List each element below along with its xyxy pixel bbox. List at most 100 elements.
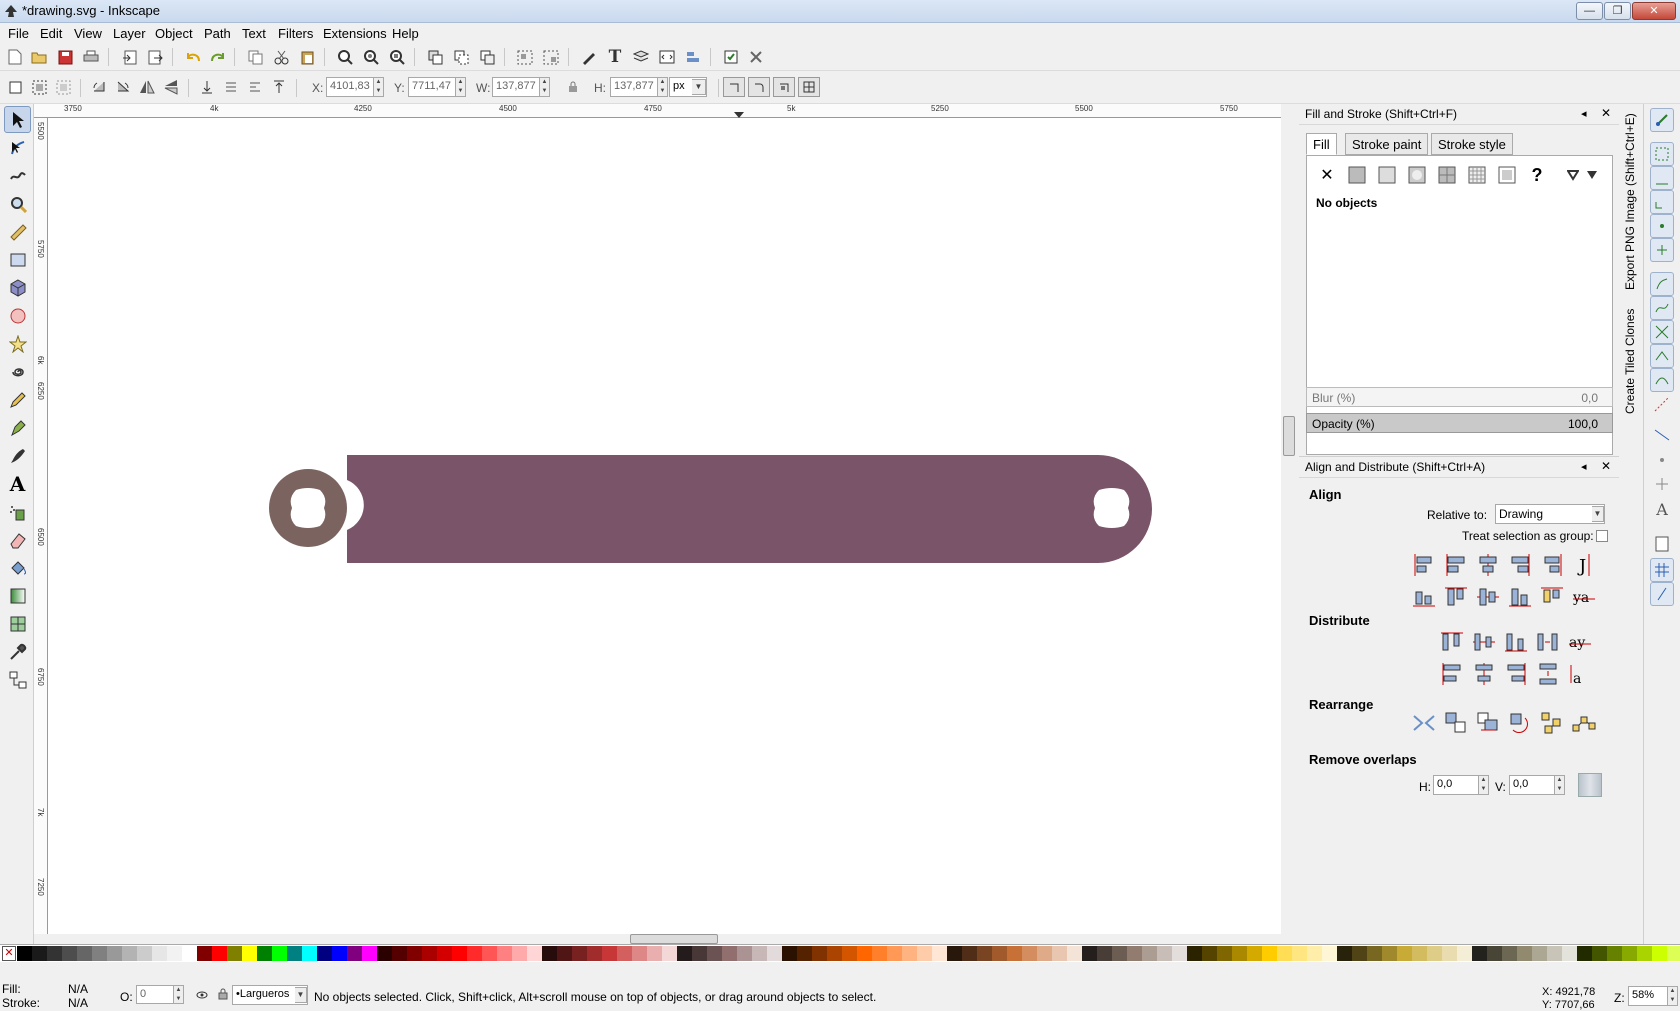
palette-swatch[interactable] bbox=[587, 946, 602, 961]
unit-dropdown-icon[interactable]: ▼ bbox=[692, 79, 706, 95]
palette-swatch[interactable] bbox=[692, 946, 707, 961]
relative-to-dropdown-icon[interactable]: ▼ bbox=[1592, 506, 1604, 522]
palette-swatch[interactable] bbox=[17, 946, 32, 961]
palette-swatch[interactable] bbox=[1382, 946, 1397, 961]
rotate-ccw-icon[interactable] bbox=[88, 77, 110, 97]
palette-swatch[interactable] bbox=[917, 946, 932, 961]
exchange-rotation-icon[interactable] bbox=[1507, 710, 1533, 736]
palette-swatch[interactable] bbox=[1502, 946, 1517, 961]
palette-swatch[interactable] bbox=[317, 946, 332, 961]
palette-swatch[interactable] bbox=[1592, 946, 1607, 961]
zoom-selection-icon[interactable] bbox=[334, 47, 356, 67]
overlap-v-input[interactable]: 0,0 bbox=[1509, 775, 1555, 795]
snap-bbox-centers-icon[interactable] bbox=[1650, 238, 1674, 262]
snap-grid-icon[interactable] bbox=[1650, 558, 1674, 582]
tweak-tool-icon[interactable] bbox=[4, 162, 31, 189]
document-properties-icon[interactable] bbox=[720, 47, 742, 67]
paint-bucket-tool-icon[interactable] bbox=[4, 554, 31, 581]
palette-swatch[interactable] bbox=[1412, 946, 1427, 961]
snap-text-icon[interactable]: A bbox=[1652, 500, 1672, 520]
palette-swatch[interactable] bbox=[662, 946, 677, 961]
palette-swatch[interactable] bbox=[287, 946, 302, 961]
star-tool-icon[interactable] bbox=[4, 330, 31, 357]
zoom-page-icon[interactable] bbox=[386, 47, 408, 67]
palette-swatch[interactable] bbox=[647, 946, 662, 961]
palette-swatch[interactable] bbox=[302, 946, 317, 961]
palette-swatch[interactable] bbox=[1217, 946, 1232, 961]
palette-swatch[interactable] bbox=[1472, 946, 1487, 961]
palette-swatch[interactable] bbox=[857, 946, 872, 961]
menu-view[interactable]: View bbox=[74, 26, 102, 41]
palette-swatch[interactable] bbox=[1637, 946, 1652, 961]
stroke-indicator-value[interactable]: N/A bbox=[68, 996, 88, 1010]
flip-horizontal-icon[interactable] bbox=[136, 77, 158, 97]
palette-swatch[interactable] bbox=[1367, 946, 1382, 961]
palette-swatch[interactable] bbox=[1337, 946, 1352, 961]
ellipse-tool-icon[interactable] bbox=[4, 302, 31, 329]
palette-swatch[interactable] bbox=[1607, 946, 1622, 961]
align-baseline-icon[interactable]: ya bbox=[1571, 584, 1597, 610]
palette-swatch[interactable] bbox=[1037, 946, 1052, 961]
snap-text-baseline-icon[interactable] bbox=[1652, 474, 1672, 494]
unset-paint-icon[interactable]: ? bbox=[1526, 164, 1548, 186]
distribute-gaps-v-icon[interactable] bbox=[1535, 661, 1561, 687]
palette-swatch[interactable] bbox=[1652, 946, 1667, 961]
radial-gradient-icon[interactable] bbox=[1406, 164, 1428, 186]
flip-vertical-icon[interactable] bbox=[160, 77, 182, 97]
distribute-baseline-v-icon[interactable]: a bbox=[1567, 661, 1593, 687]
redo-icon[interactable] bbox=[207, 47, 229, 67]
palette-swatch[interactable] bbox=[752, 946, 767, 961]
palette-swatch[interactable] bbox=[182, 946, 197, 961]
open-document-icon[interactable] bbox=[28, 47, 50, 67]
palette-swatch[interactable] bbox=[527, 946, 542, 961]
rectangle-tool-icon[interactable] bbox=[4, 246, 31, 273]
align-distribute-dialog-icon[interactable] bbox=[682, 47, 704, 67]
fill-rule-nonzero-icon[interactable] bbox=[1581, 164, 1603, 186]
distribute-left-icon[interactable] bbox=[1439, 661, 1465, 687]
palette-swatch[interactable] bbox=[1352, 946, 1367, 961]
gradient-tool-icon[interactable] bbox=[4, 582, 31, 609]
remove-overlaps-button[interactable] bbox=[1578, 773, 1602, 797]
menu-extensions[interactable]: Extensions bbox=[323, 26, 387, 41]
x-stepper[interactable]: ▲ ▼ bbox=[374, 77, 384, 97]
overlap-h-input[interactable]: 0,0 bbox=[1433, 775, 1479, 795]
palette-none-swatch[interactable]: ✕ bbox=[2, 946, 16, 961]
palette-swatch[interactable] bbox=[1577, 946, 1592, 961]
text-tool-icon[interactable]: A bbox=[4, 470, 31, 497]
snap-bbox-icon[interactable] bbox=[1650, 142, 1674, 166]
palette-swatch[interactable] bbox=[437, 946, 452, 961]
selector-tool-icon[interactable] bbox=[4, 106, 31, 133]
horizontal-scrollbar[interactable] bbox=[48, 934, 1281, 944]
h-stepper[interactable]: ▲ ▼ bbox=[658, 77, 668, 97]
palette-swatch[interactable] bbox=[1202, 946, 1217, 961]
palette-swatch[interactable] bbox=[1277, 946, 1292, 961]
unlink-clone-icon[interactable] bbox=[476, 47, 498, 67]
palette-swatch[interactable] bbox=[1142, 946, 1157, 961]
measure-tool-icon[interactable] bbox=[4, 218, 31, 245]
palette-swatch[interactable] bbox=[1262, 946, 1277, 961]
eraser-tool-icon[interactable] bbox=[4, 526, 31, 553]
palette-swatch[interactable] bbox=[1547, 946, 1562, 961]
palette-swatch[interactable] bbox=[1022, 946, 1037, 961]
print-icon[interactable] bbox=[80, 47, 102, 67]
panel-iconify-icon[interactable]: ◂ bbox=[1581, 107, 1587, 120]
palette-swatch[interactable] bbox=[617, 946, 632, 961]
duplicate-icon[interactable] bbox=[424, 47, 446, 67]
raise-to-top-icon[interactable] bbox=[268, 77, 290, 97]
maximize-button[interactable]: ❐ bbox=[1604, 2, 1631, 20]
palette-swatch[interactable] bbox=[1532, 946, 1547, 961]
align-bottom-to-top-icon[interactable] bbox=[1411, 584, 1437, 610]
group-icon[interactable] bbox=[514, 47, 536, 67]
randomize-icon[interactable] bbox=[1539, 710, 1565, 736]
y-input[interactable]: 7711,47 bbox=[408, 77, 456, 97]
palette-swatch[interactable] bbox=[932, 946, 947, 961]
palette-swatch[interactable] bbox=[1172, 946, 1187, 961]
layer-lock-icon[interactable] bbox=[218, 988, 228, 1000]
connector-tool-icon[interactable] bbox=[4, 666, 31, 693]
palette-swatch[interactable] bbox=[602, 946, 617, 961]
w-stepper[interactable]: ▲ ▼ bbox=[540, 77, 550, 97]
exchange-order-icon[interactable] bbox=[1475, 710, 1501, 736]
snap-bbox-edges-icon[interactable] bbox=[1650, 166, 1674, 190]
align-text-anchor-icon[interactable]: J bbox=[1571, 552, 1597, 578]
deselect-icon[interactable] bbox=[52, 77, 74, 97]
